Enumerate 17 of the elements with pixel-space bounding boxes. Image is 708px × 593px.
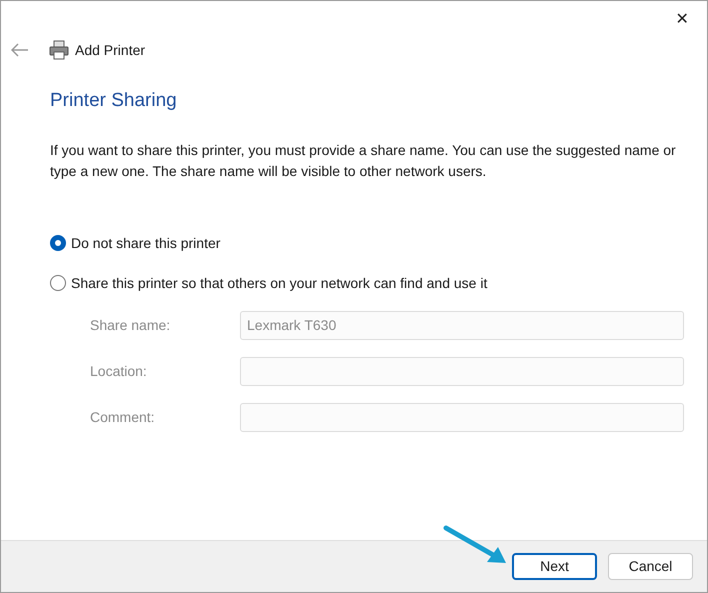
field-label: Comment: <box>90 408 156 426</box>
field-label: Share name: <box>90 316 172 334</box>
description-text: If you want to share this printer, you must provide a share name. You can use the suggested name or type a new one. The share name will be visible to other network users. <box>50 140 677 181</box>
printer-icon <box>49 40 69 60</box>
input-field[interactable] <box>240 402 684 432</box>
close-button[interactable]: ✕ <box>667 7 697 33</box>
input-field[interactable] <box>240 356 684 386</box>
dialog-button[interactable]: Cancel <box>608 553 693 580</box>
radio-button[interactable] <box>50 275 66 291</box>
radio-button[interactable] <box>50 235 66 251</box>
page-heading: Printer Sharing <box>50 89 178 113</box>
dialog-button[interactable]: Next <box>512 553 597 580</box>
radio-label: Share this printer so that others on your network can find and use it <box>71 274 488 293</box>
back-arrow-icon[interactable] <box>11 43 29 57</box>
radio-label: Do not share this printer <box>71 234 220 253</box>
window-title: Add Printer <box>75 40 146 60</box>
field-label: Location: <box>90 362 148 380</box>
